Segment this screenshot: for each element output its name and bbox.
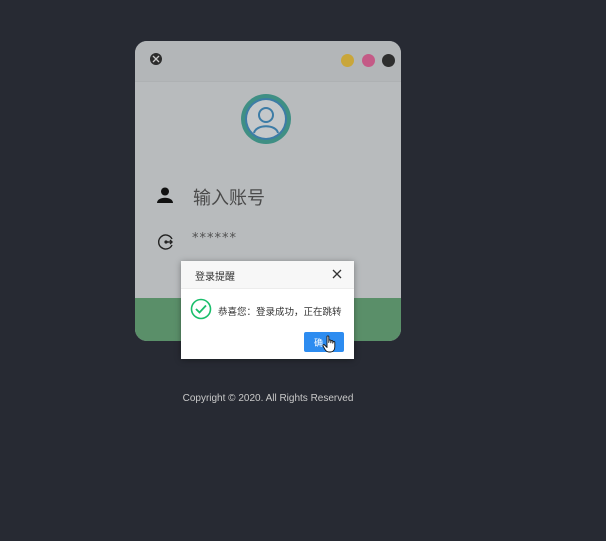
success-check-icon	[190, 298, 212, 320]
minimize-dot[interactable]	[341, 54, 354, 67]
user-icon	[157, 187, 173, 203]
hand-cursor-icon	[322, 335, 336, 353]
account-input[interactable]	[191, 184, 385, 212]
user-avatar-icon	[253, 107, 279, 134]
dialog-message: 恭喜您：登录成功，正在跳转	[218, 307, 342, 318]
password-icon	[157, 234, 173, 250]
login-alert-dialog: 登录提醒 恭喜您：登录成功，正在跳转 确	[181, 261, 354, 359]
close-window-icon[interactable]	[150, 53, 162, 65]
dialog-header: 登录提醒	[181, 261, 354, 289]
dialog-title: 登录提醒	[195, 272, 235, 283]
window-titlebar	[135, 41, 401, 82]
close-icon[interactable]	[332, 269, 342, 279]
maximize-dot[interactable]	[362, 54, 375, 67]
avatar	[241, 94, 291, 144]
window-dot[interactable]	[382, 54, 395, 67]
copyright-text: Copyright © 2020. All Rights Reserved	[182, 393, 354, 404]
password-field[interactable]: ******	[192, 231, 237, 246]
